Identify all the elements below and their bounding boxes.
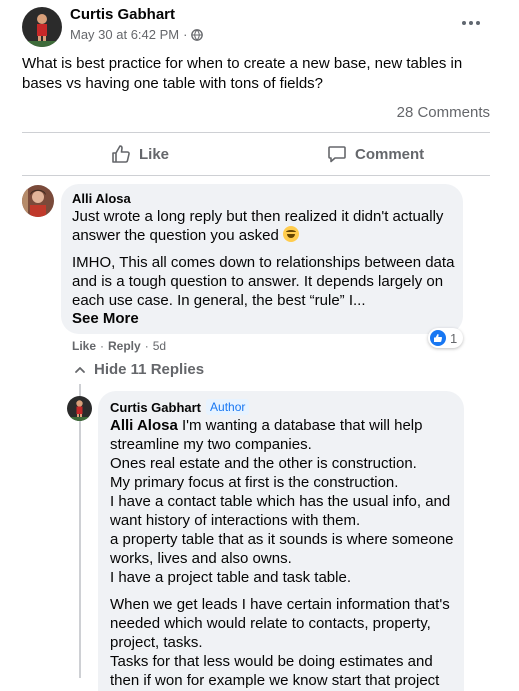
post-author-name[interactable]: Curtis Gabhart <box>70 6 175 23</box>
more-dots-icon[interactable] <box>461 13 481 33</box>
actions-separator: · <box>144 339 149 353</box>
see-more-link[interactable]: See More <box>72 310 139 327</box>
post-timestamp[interactable]: May 30 at 6:42 PM <box>70 27 179 42</box>
comment-reply-link[interactable]: Reply <box>108 339 141 353</box>
reply-author-row: Curtis Gabhart Author <box>110 399 250 415</box>
like-reaction-icon <box>430 330 446 346</box>
thread-line <box>79 384 81 678</box>
globe-icon <box>191 28 204 41</box>
comment-author-name[interactable]: Alli Alosa <box>72 191 131 206</box>
hide-replies-label: Hide 11 Replies <box>94 361 205 378</box>
comment-like-link[interactable]: Like <box>72 339 96 353</box>
comments-count-link[interactable]: 28 Comments <box>397 104 490 121</box>
comment-label: Comment <box>355 145 425 163</box>
grinning-sweat-emoji-icon <box>282 226 299 242</box>
reaction-count-value: 1 <box>450 330 458 346</box>
divider <box>22 175 490 176</box>
chevron-up-icon <box>75 366 85 373</box>
divider <box>22 132 490 133</box>
hide-replies-button[interactable]: Hide 11 Replies <box>74 361 204 378</box>
thumbs-up-icon <box>112 145 130 163</box>
reply-paragraph: When we get leads I have certain informa… <box>110 596 450 689</box>
comment-actions: Like · Reply · 5d <box>72 339 166 353</box>
like-label: Like <box>139 145 170 163</box>
comment-age[interactable]: 5d <box>153 339 166 353</box>
like-button[interactable]: Like <box>111 144 169 164</box>
actions-separator: · <box>100 339 105 353</box>
post-author-avatar[interactable] <box>22 7 62 47</box>
reaction-count[interactable]: 1 <box>428 328 464 348</box>
post-text: What is best practice for when to create… <box>22 55 463 92</box>
comment-paragraph-text: Just wrote a long reply but then realize… <box>72 208 444 244</box>
comment-paragraph: Just wrote a long reply but then realize… <box>72 207 457 245</box>
reply-author-name[interactable]: Curtis Gabhart <box>110 400 201 415</box>
comment-button[interactable]: Comment <box>327 144 424 164</box>
meta-separator: · <box>183 27 188 42</box>
mention-link[interactable]: Alli Alosa <box>110 417 178 434</box>
post-meta: May 30 at 6:42 PM · <box>70 27 204 42</box>
reply-author-avatar[interactable] <box>67 396 92 421</box>
reply-paragraph-text: I'm wanting a database that will help st… <box>110 417 454 586</box>
speech-bubble-icon <box>328 146 346 163</box>
comment-paragraph: IMHO, This all comes down to relationshi… <box>72 254 455 309</box>
post-card: Curtis Gabhart May 30 at 6:42 PM · What … <box>0 0 519 691</box>
commenter-avatar[interactable] <box>22 185 54 217</box>
reply-paragraph: Alli Alosa I'm wanting a database that w… <box>110 416 460 587</box>
author-badge: Author <box>206 399 250 415</box>
